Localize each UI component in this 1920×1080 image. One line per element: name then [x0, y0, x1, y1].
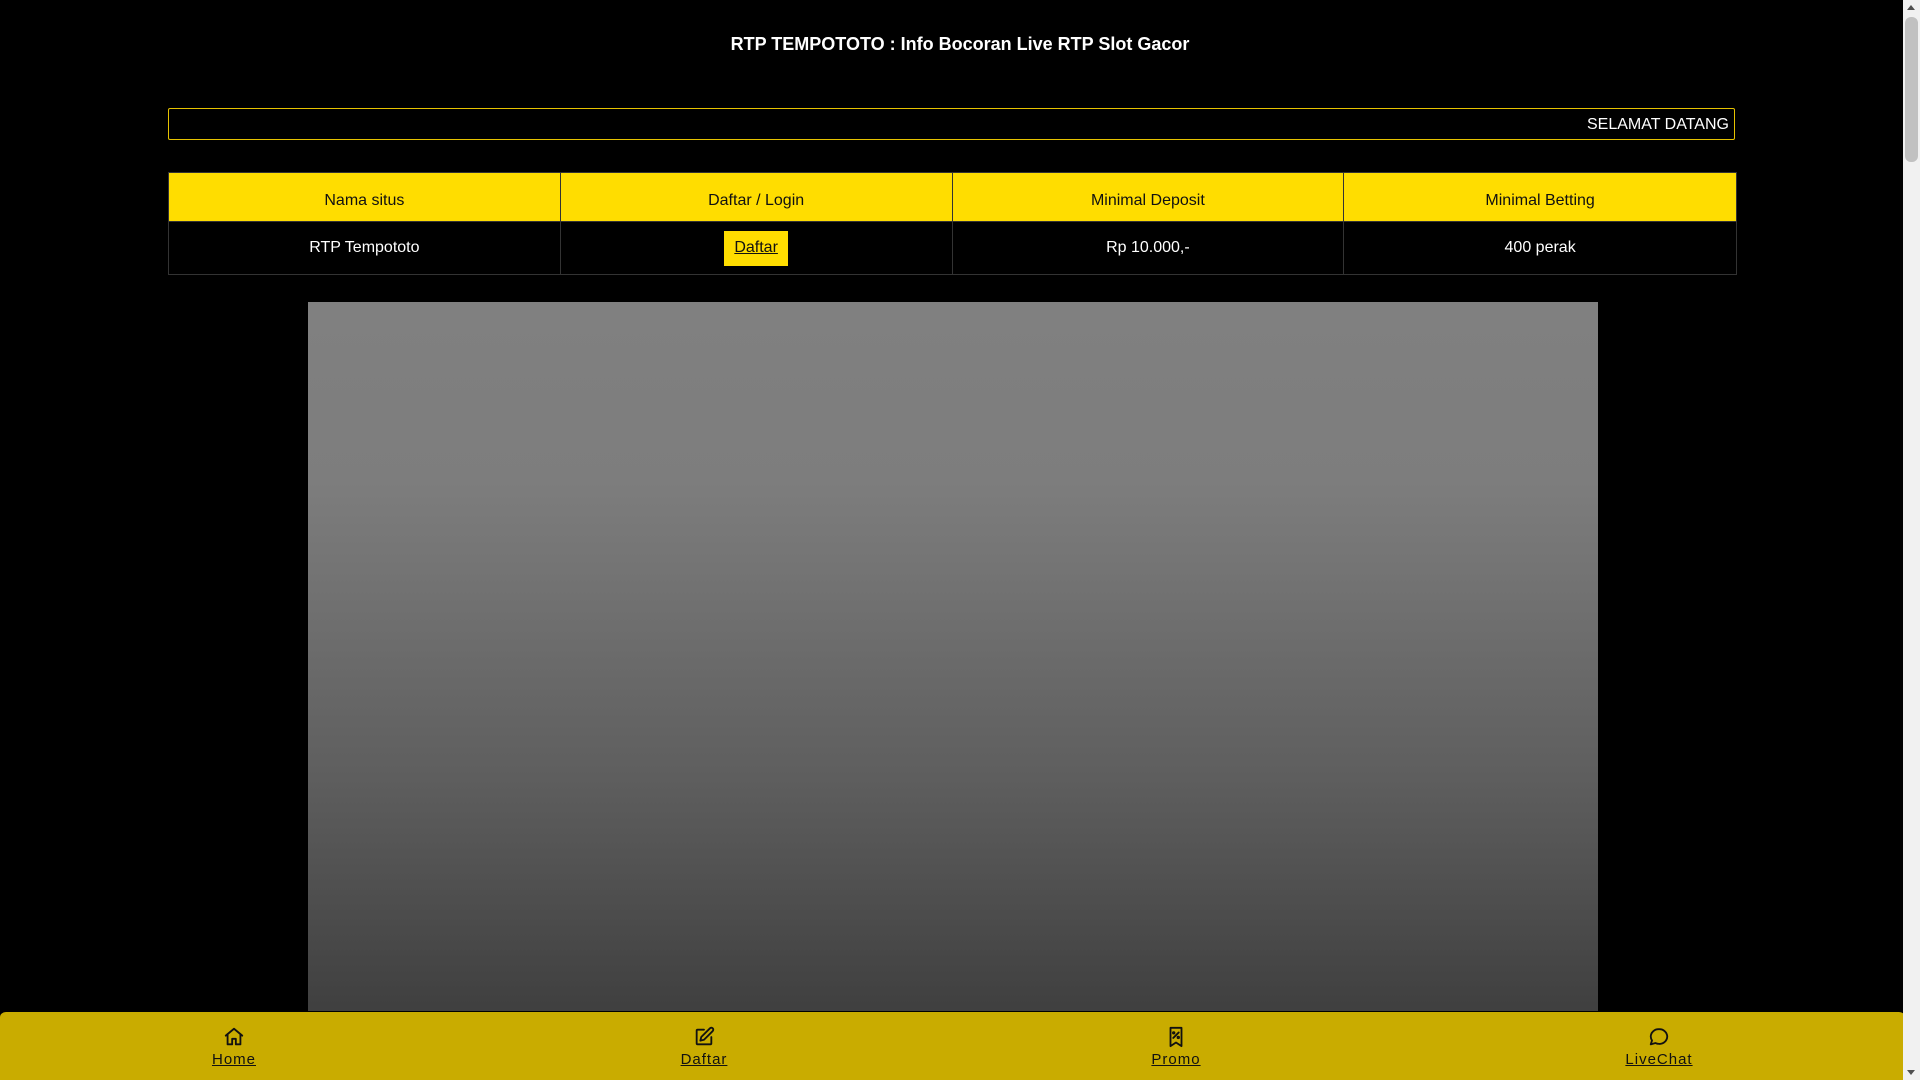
scroll-up-icon[interactable]	[1907, 5, 1915, 10]
marquee-text: SELAMAT DATANG DI RTP TEMPOTOTO	[1587, 116, 1734, 133]
bottom-nav: Home Daftar Promo LiveChat	[0, 1011, 1903, 1080]
promo-icon	[1169, 1026, 1183, 1048]
chat-icon	[1649, 1028, 1669, 1046]
nav-daftar[interactable]: Daftar	[644, 1026, 764, 1068]
nav-home[interactable]: Home	[174, 1026, 294, 1068]
nav-daftar-label: Daftar	[680, 1051, 728, 1068]
nav-home-label: Home	[211, 1051, 256, 1068]
cell-site-name: RTP Tempototo	[168, 221, 561, 275]
scroll-down-icon[interactable]	[1907, 1070, 1915, 1075]
cell-daftar: Daftar	[559, 221, 953, 275]
home-icon	[224, 1027, 244, 1046]
nav-livechat[interactable]: LiveChat	[1599, 1026, 1719, 1068]
nav-livechat-label: LiveChat	[1625, 1051, 1693, 1068]
cell-min-betting: 400 perak	[1343, 221, 1737, 275]
banner-image	[308, 302, 1598, 1022]
header-minimal-betting: Minimal Betting	[1343, 172, 1737, 222]
page: RTP TEMPOTOTO : Info Bocoran Live RTP Sl…	[0, 0, 1920, 1080]
table-header-row: Nama situs Daftar / Login Minimal Deposi…	[168, 172, 1737, 222]
edit-icon	[695, 1026, 715, 1046]
nav-promo[interactable]: Promo	[1116, 1026, 1236, 1068]
daftar-button[interactable]: Daftar	[724, 230, 788, 266]
cell-min-deposit: Rp 10.000,-	[951, 221, 1345, 275]
page-title: RTP TEMPOTOTO : Info Bocoran Live RTP Sl…	[730, 34, 1190, 54]
header-nama-situs: Nama situs	[168, 172, 561, 222]
header-daftar-login: Daftar / Login	[559, 172, 953, 222]
header-minimal-deposit: Minimal Deposit	[951, 172, 1345, 222]
vertical-scrollbar[interactable]	[1903, 0, 1920, 1080]
welcome-marquee: SELAMAT DATANG DI RTP TEMPOTOTO	[168, 108, 1735, 140]
viewport: RTP TEMPOTOTO : Info Bocoran Live RTP Sl…	[0, 0, 1903, 1080]
nav-promo-label: Promo	[1151, 1051, 1201, 1068]
info-table: Nama situs Daftar / Login Minimal Deposi…	[168, 172, 1737, 275]
table-row: RTP Tempototo Daftar Rp 10.000,- 400 per…	[168, 221, 1737, 275]
scroll-thumb[interactable]	[1905, 17, 1918, 162]
